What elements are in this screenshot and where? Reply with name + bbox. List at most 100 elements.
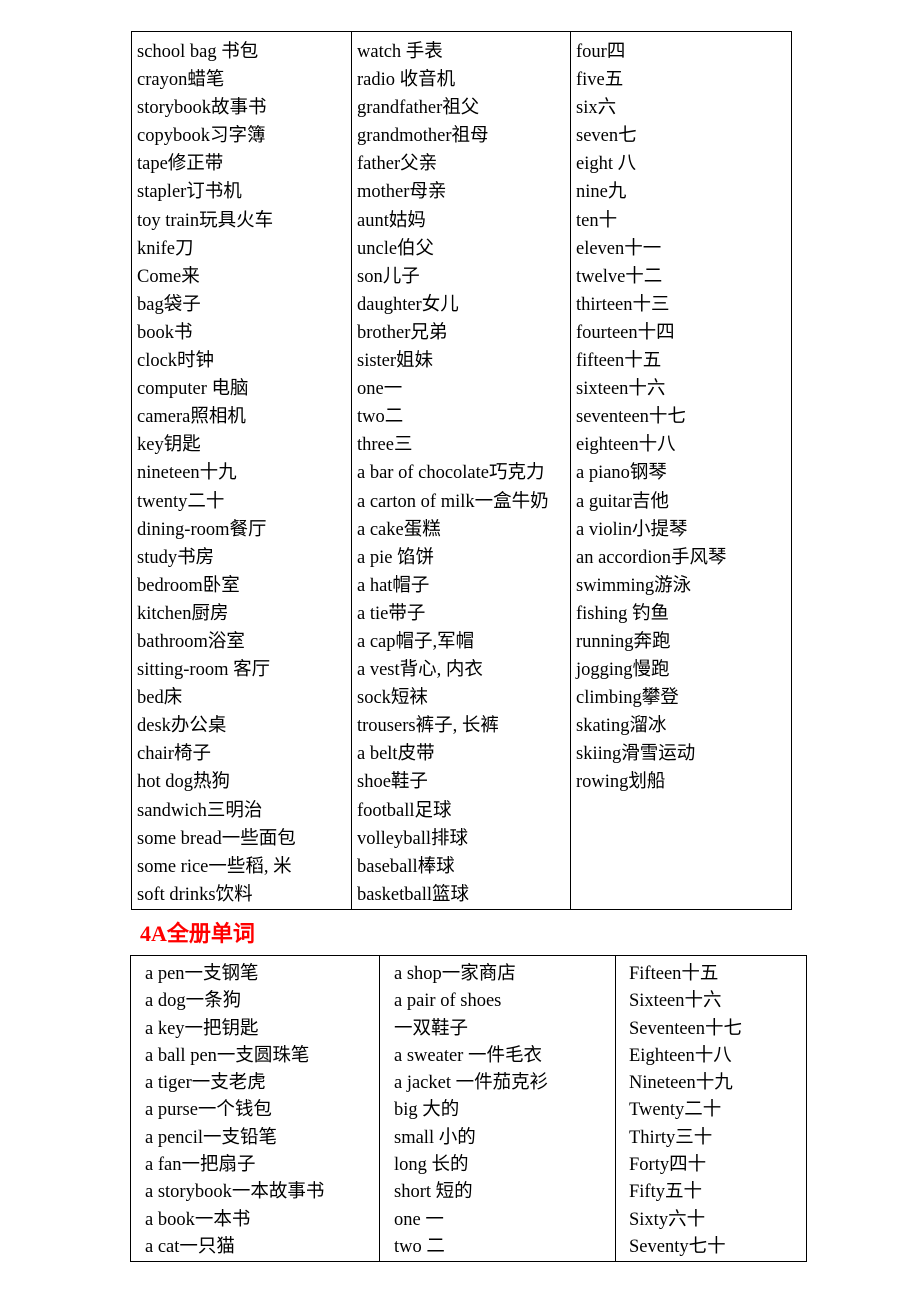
table-cell-column-2: watch 手表 radio 收音机 grandfather祖父 grandmothe… — [351, 31, 571, 910]
word-entry: swimming游泳 — [576, 575, 692, 596]
word-entry: two 二 — [394, 1236, 445, 1257]
word-entry: Sixty六十 — [629, 1209, 706, 1230]
word-entry: aunt姑妈 — [357, 210, 426, 231]
word-entry: computer 电脑 — [137, 379, 249, 400]
word-entry: storybook故事书 — [137, 98, 267, 119]
word-entry: ten十 — [576, 210, 618, 231]
word-entry: bedroom卧室 — [137, 575, 240, 596]
word-entry: a piano钢琴 — [576, 463, 667, 484]
word-entry: fourteen十四 — [576, 322, 675, 343]
word-entry: nineteen十九 — [137, 463, 237, 484]
word-entry: a pen一支钢笔 — [145, 964, 259, 984]
word-entry: 一双鞋子 — [394, 1018, 469, 1039]
word-entry: Fifty五十 — [629, 1182, 702, 1203]
word-entry: tape修正带 — [137, 154, 224, 175]
word-entry: a violin小提琴 — [576, 519, 688, 540]
word-entry: a shop一家商店 — [394, 964, 516, 984]
word-entry: fifteen十五 — [576, 351, 662, 372]
word-entry: baseball棒球 — [357, 856, 455, 877]
word-entry: a key一把钥匙 — [145, 1018, 259, 1039]
table-cell-column-1: a pen一支钢笔 a dog一条狗 a key一把钥匙 a ball pen一支圆珠… — [130, 954, 380, 1263]
word-entry: Twenty二十 — [629, 1100, 722, 1121]
word-entry: volleyball排球 — [357, 828, 468, 849]
word-entry: shoe鞋子 — [357, 772, 428, 793]
word-entry: a fan一把扇子 — [145, 1155, 256, 1176]
word-entry: three三 — [357, 435, 413, 456]
word-entry: running奔跑 — [576, 631, 671, 652]
word-entry: Seventeen十七 — [629, 1018, 743, 1039]
word-entry: a jacket 一件茄克衫 — [394, 1073, 549, 1094]
word-entry: study书房 — [137, 547, 215, 568]
word-entry: desk办公桌 — [137, 716, 227, 737]
word-entry: one一 — [357, 379, 403, 400]
word-entry: key钥匙 — [137, 435, 201, 456]
word-entry: long 长的 — [394, 1155, 469, 1176]
table-row: a pen一支钢笔 a dog一条狗 a key一把钥匙 a ball pen一支圆珠… — [130, 954, 807, 1263]
word-entry: a sweater 一件毛衣 — [394, 1045, 542, 1066]
word-entry: Nineteen十九 — [629, 1073, 733, 1094]
word-entry: Eighteen十八 — [629, 1045, 732, 1066]
word-entry: sandwich三明治 — [137, 800, 263, 821]
word-entry: crayon蜡笔 — [137, 70, 225, 91]
table-cell-column-2: a shop一家商店 a pair of shoes 一双鞋子 a sweater 一… — [379, 954, 616, 1263]
section-heading-4a: 4A全册单词 — [140, 921, 255, 946]
word-entry: a ball pen一支圆珠笔 — [145, 1045, 310, 1066]
word-entry: a guitar吉他 — [576, 491, 669, 512]
word-entry: a pie 馅饼 — [357, 547, 435, 568]
word-entry: fishing 钓鱼 — [576, 603, 670, 624]
word-entry: trousers裤子, 长裤 — [357, 716, 499, 737]
word-entry: a pair of shoes — [394, 991, 502, 1012]
word-entry: a carton of milk一盒牛奶 — [357, 491, 549, 512]
word-entry: basketball篮球 — [357, 884, 470, 905]
word-entry: chair椅子 — [137, 744, 211, 765]
word-entry: a purse一个钱包 — [145, 1100, 272, 1121]
word-entry: dining-room餐厅 — [137, 519, 267, 540]
word-list-1-2: watch 手表 radio 收音机 grandfather祖父 grandmothe… — [353, 38, 570, 908]
word-entry: Forty四十 — [629, 1155, 707, 1176]
word-list-2-2: a shop一家商店 a pair of shoes 一双鞋子 a sweater 一… — [381, 961, 615, 1261]
word-entry: a dog一条狗 — [145, 991, 242, 1012]
word-entry: Thirty三十 — [629, 1127, 713, 1148]
word-entry: radio 收音机 — [357, 70, 456, 91]
word-entry: small 小的 — [394, 1127, 476, 1148]
word-entry: some rice一些稻, 米 — [137, 856, 292, 877]
word-entry: two二 — [357, 407, 404, 428]
word-entry: seven七 — [576, 126, 637, 147]
word-entry: seventeen十七 — [576, 407, 686, 428]
word-entry: stapler订书机 — [137, 182, 242, 203]
word-entry: football足球 — [357, 800, 452, 821]
word-entry: five五 — [576, 70, 624, 91]
word-entry: toy train玩具火车 — [137, 210, 274, 231]
word-entry: a cat一只猫 — [145, 1236, 235, 1257]
word-entry: sitting-room 客厅 — [137, 660, 271, 681]
word-entry: grandfather祖父 — [357, 98, 480, 119]
word-list-1-1: school bag 书包 crayon蜡笔 storybook故事书 copyboo… — [133, 38, 351, 908]
word-entry: sock短袜 — [357, 688, 428, 709]
word-entry: copybook习字簿 — [137, 126, 266, 147]
word-entry: an accordion手风琴 — [576, 547, 727, 568]
word-entry: eleven十一 — [576, 238, 662, 259]
word-entry: a cake蛋糕 — [357, 519, 441, 540]
word-entry: Come来 — [137, 266, 200, 287]
word-entry: big 大的 — [394, 1100, 460, 1121]
word-entry: bag袋子 — [137, 294, 201, 315]
word-entry: nine九 — [576, 182, 627, 203]
word-entry: uncle伯父 — [357, 238, 435, 259]
word-entry: a hat帽子 — [357, 575, 430, 596]
word-entry: short 短的 — [394, 1182, 473, 1203]
word-entry: Sixteen十六 — [629, 991, 722, 1012]
word-entry: jogging慢跑 — [576, 660, 670, 681]
word-entry: skiing滑雪运动 — [576, 744, 696, 765]
word-entry: hot dog热狗 — [137, 772, 231, 793]
word-entry: a storybook一本故事书 — [145, 1182, 325, 1203]
word-entry: a bar of chocolate巧克力 — [357, 463, 545, 484]
word-entry: bed床 — [137, 688, 183, 709]
word-entry: Fifteen十五 — [629, 964, 719, 984]
word-entry: son儿子 — [357, 266, 420, 287]
word-entry: mother母亲 — [357, 182, 447, 203]
word-entry: grandmother祖母 — [357, 126, 489, 147]
word-entry: a belt皮带 — [357, 744, 435, 765]
word-entry: a vest背心, 内衣 — [357, 660, 483, 681]
word-entry: brother兄弟 — [357, 322, 448, 343]
word-entry: sister姐妹 — [357, 351, 434, 372]
